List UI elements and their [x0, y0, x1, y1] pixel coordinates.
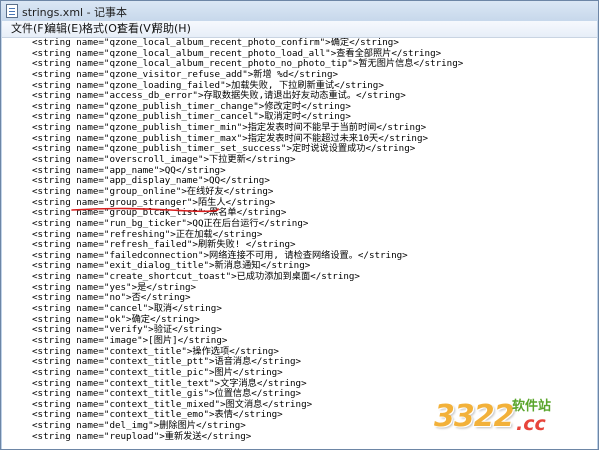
red-underline-annotation	[71, 207, 219, 213]
watermark-tld: .cc	[516, 413, 546, 435]
text-line: <string name="group_online">在线好友</string…	[32, 185, 274, 197]
text-line: <string name="reupload">重新发送</string>	[32, 430, 252, 442]
menu-format[interactable]: 格式(O)	[82, 22, 121, 36]
menu-help[interactable]: 帮助(H)	[152, 22, 191, 36]
window-title: strings.xml - 记事本	[22, 6, 128, 19]
text-editor[interactable]: <string name="qzone_local_album_recent_p…	[2, 38, 597, 449]
text-line: <string name="image">[图片]</string>	[32, 334, 228, 346]
menu-view[interactable]: 查看(V)	[117, 22, 155, 36]
menu-bar: 文件(F) 编辑(E) 格式(O) 查看(V) 帮助(H)	[2, 21, 597, 38]
title-bar[interactable]: strings.xml - 记事本	[1, 1, 598, 21]
text-line: <string name="qzone_visitor_refuse_add">…	[32, 68, 339, 80]
site-watermark: 3322 软件站 .cc	[434, 395, 584, 443]
notepad-icon	[6, 4, 18, 18]
notepad-window: strings.xml - 记事本 文件(F) 编辑(E) 格式(O) 查看(V…	[0, 0, 599, 450]
text-line: <string name="context_title_pic">图片</str…	[32, 366, 283, 378]
text-lines: <string name="qzone_local_album_recent_p…	[32, 38, 463, 442]
watermark-number: 3322	[434, 399, 514, 434]
menu-file[interactable]: 文件(F)	[11, 22, 48, 36]
watermark-site: 软件站	[512, 399, 552, 414]
text-line: <string name="run_bg_ticker">QQ正在后台运行</s…	[32, 217, 309, 229]
menu-edit[interactable]: 编辑(E)	[45, 22, 83, 36]
